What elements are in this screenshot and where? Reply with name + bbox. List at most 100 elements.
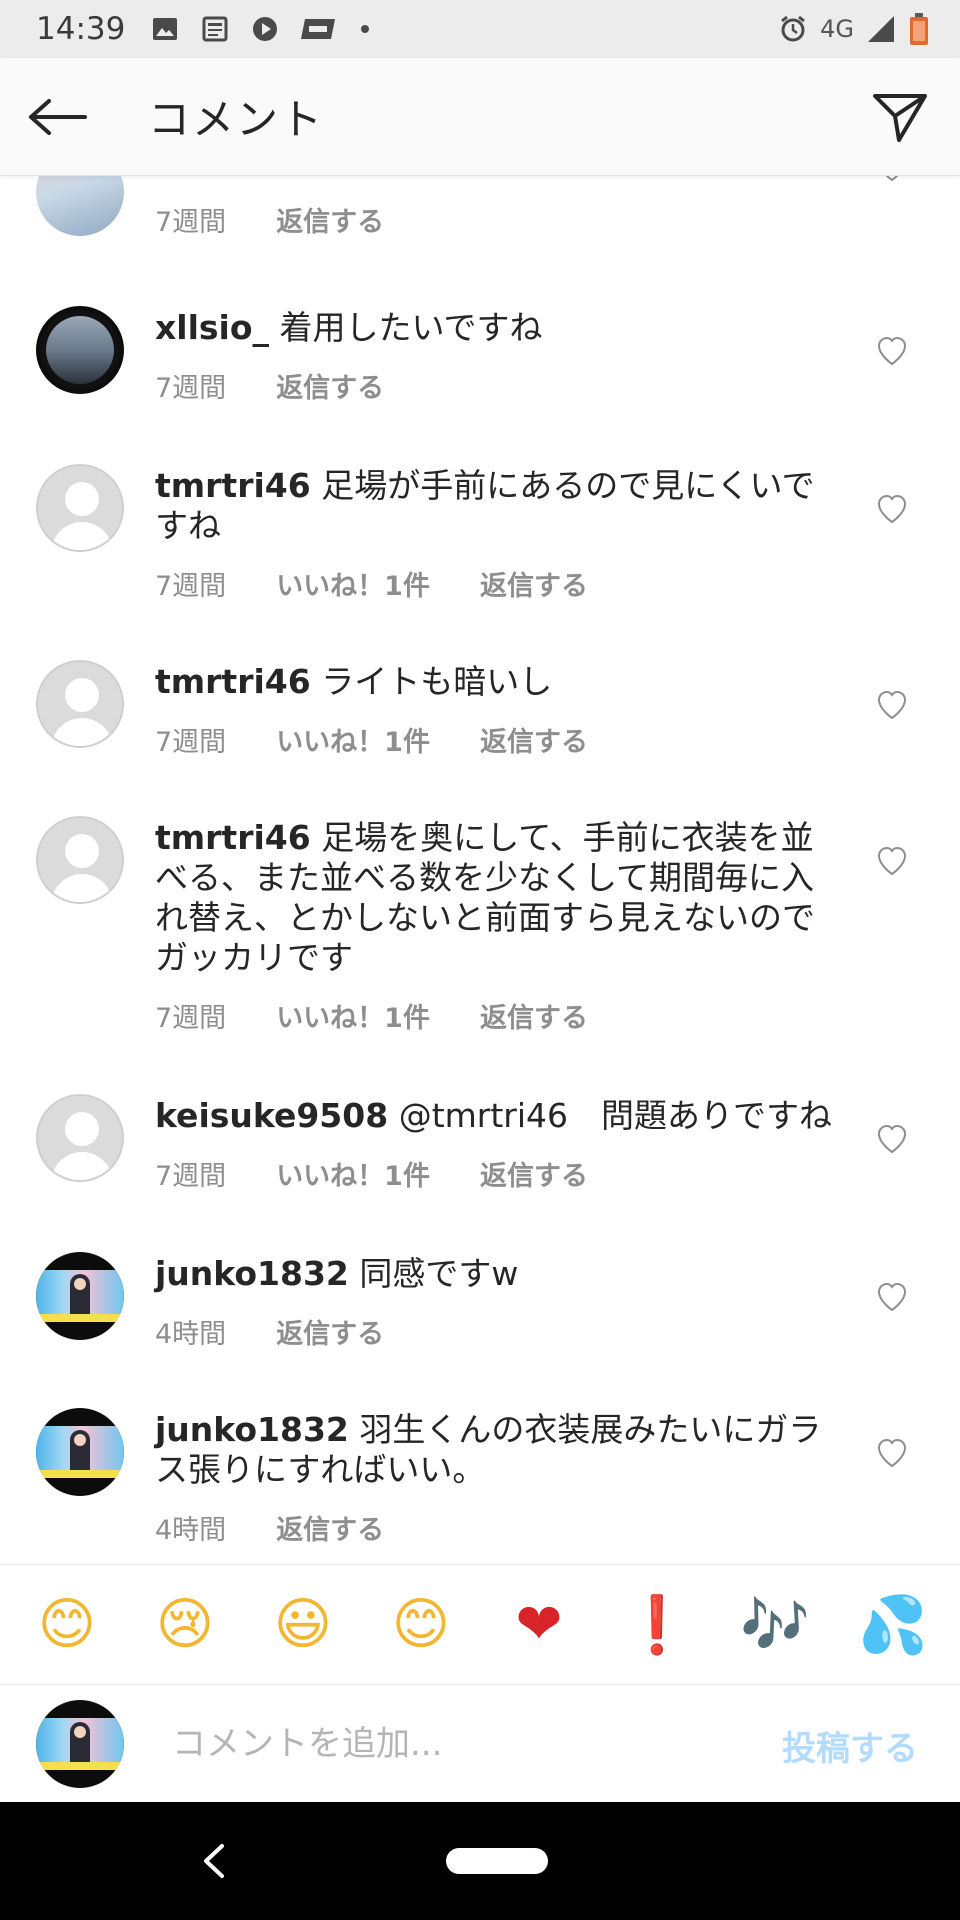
comment-meta: 7週間 いいね！1件 返信する: [155, 720, 638, 759]
heart-icon[interactable]: [876, 336, 908, 366]
reply-button[interactable]: 返信する: [276, 366, 384, 405]
comment-meta: 7週間 いいね！1件 返信する: [155, 1154, 638, 1193]
like-count[interactable]: いいね！1件: [276, 996, 430, 1035]
like-count[interactable]: いいね！1件: [276, 720, 430, 759]
comment-body: tmrtri46 足場を奥にして、手前に衣装を並べる、また並べる数を少なくして期…: [155, 818, 845, 978]
heart-icon[interactable]: [876, 846, 908, 876]
news-icon: [201, 15, 229, 43]
comment-username[interactable]: keisuke9508: [155, 1096, 388, 1135]
play-icon: [251, 15, 279, 43]
reply-button[interactable]: 返信する: [276, 1312, 384, 1351]
comment-meta: 7週間 返信する: [155, 200, 434, 239]
heart-icon[interactable]: [876, 1282, 908, 1312]
comment-text: 着用したいですね: [279, 308, 543, 347]
comment-time: 7週間: [155, 207, 227, 238]
avatar[interactable]: [36, 1408, 124, 1496]
avatar[interactable]: [36, 660, 124, 748]
comment-item: tmrtri46 ライトも暗いし 7週間 いいね！1件 返信する: [0, 660, 960, 790]
status-bar: 14:39 4G: [0, 0, 960, 58]
back-arrow-icon: [29, 98, 87, 135]
comment-time: 4時間: [155, 1319, 227, 1350]
avatar[interactable]: [36, 464, 124, 552]
heart-icon[interactable]: [876, 176, 908, 182]
home-pill-icon[interactable]: [446, 1848, 548, 1874]
avatar[interactable]: [36, 176, 124, 236]
comment-body: keisuke9508 @tmrtri46 問題ありですね: [155, 1096, 845, 1136]
comment-username[interactable]: junko1832: [155, 1254, 349, 1293]
emoji-exclamation[interactable]: ❗: [607, 1592, 707, 1658]
emoji-sweat[interactable]: 💦: [843, 1592, 943, 1658]
comment-item: junko1832 同感ですw 4時間 返信する: [0, 1252, 960, 1382]
comment-meta: 4時間 返信する: [155, 1312, 434, 1351]
avatar[interactable]: [36, 1252, 124, 1340]
app-header: コメント: [0, 58, 960, 176]
comment-username[interactable]: tmrtri46: [155, 818, 311, 857]
post-button[interactable]: 投稿する: [782, 1721, 918, 1770]
comment-text: ライトも暗いし: [321, 662, 553, 701]
comment-meta: 4時間 返信する: [155, 1508, 434, 1547]
my-avatar: [36, 1700, 124, 1788]
comment-username[interactable]: tmrtri46: [155, 466, 311, 505]
share-button[interactable]: [840, 58, 960, 176]
reply-button[interactable]: 返信する: [480, 564, 588, 603]
comment-item: keisuke9508 @tmrtri46 問題ありですね 7週間 いいね！1件…: [0, 1094, 960, 1224]
like-count[interactable]: いいね！1件: [276, 564, 430, 603]
comment-time: 7週間: [155, 571, 227, 602]
like-count[interactable]: いいね！1件: [276, 1154, 430, 1193]
battery-icon: [908, 12, 930, 46]
dot-icon: [359, 23, 371, 35]
comment-time: 4時間: [155, 1515, 227, 1546]
emoji-quick-bar: 😊 😢 😃 😊 ❤ ❗ 🎶 💦: [0, 1564, 960, 1684]
comment-meta: 7週間 いいね！1件 返信する: [155, 564, 638, 603]
comment-username[interactable]: xllsio_: [155, 308, 269, 347]
comment-compose-bar: 投稿する: [0, 1684, 960, 1802]
tss-icon: [301, 15, 337, 43]
comment-username[interactable]: tmrtri46: [155, 662, 311, 701]
emoji-blush[interactable]: 😊: [371, 1592, 471, 1657]
comment-item: junko1832 羽生くんの衣装展みたいにガラス張りにすればいい。 4時間 返…: [0, 1408, 960, 1558]
image-icon: [151, 15, 179, 43]
comment-item: 7週間 返信する: [0, 176, 960, 260]
emoji-music[interactable]: 🎶: [725, 1592, 825, 1658]
page-title: コメント: [148, 95, 325, 144]
comment-meta: 7週間 いいね！1件 返信する: [155, 996, 638, 1035]
status-time: 14:39: [36, 11, 126, 47]
reply-button[interactable]: 返信する: [480, 996, 588, 1035]
avatar[interactable]: [36, 816, 124, 904]
system-nav-bar: [0, 1802, 960, 1920]
heart-icon[interactable]: [876, 1124, 908, 1154]
emoji-smile[interactable]: 😊: [17, 1592, 117, 1657]
comment-text: 同感ですw: [359, 1254, 519, 1293]
send-icon: [873, 93, 927, 142]
comment-body: tmrtri46 ライトも暗いし: [155, 662, 845, 702]
back-button[interactable]: [0, 58, 116, 176]
comment-list[interactable]: 7週間 返信する xllsio_ 着用したいですね 7週間 返信する tmrtr…: [0, 176, 960, 1564]
avatar[interactable]: [36, 1094, 124, 1182]
reply-button[interactable]: 返信する: [276, 200, 384, 239]
reply-button[interactable]: 返信する: [480, 720, 588, 759]
avatar[interactable]: [36, 306, 124, 394]
network-type: 4G: [820, 15, 854, 43]
signal-icon: [866, 14, 896, 44]
alarm-icon: [778, 14, 808, 44]
reply-button[interactable]: 返信する: [480, 1154, 588, 1193]
comment-item: tmrtri46 足場を奥にして、手前に衣装を並べる、また並べる数を少なくして期…: [0, 816, 960, 1056]
comment-username[interactable]: junko1832: [155, 1410, 349, 1449]
comment-input[interactable]: [172, 1715, 732, 1773]
emoji-grin[interactable]: 😃: [253, 1592, 353, 1657]
reply-button[interactable]: 返信する: [276, 1508, 384, 1547]
comment-item: xllsio_ 着用したいですね 7週間 返信する: [0, 306, 960, 436]
heart-icon[interactable]: [876, 1438, 908, 1468]
comment-meta: 7週間 返信する: [155, 366, 434, 405]
comment-time: 7週間: [155, 1161, 227, 1192]
nav-back-icon[interactable]: [196, 1840, 232, 1882]
emoji-heart[interactable]: ❤: [489, 1592, 589, 1657]
comment-time: 7週間: [155, 373, 227, 404]
comment-body: tmrtri46 足場が手前にあるので見にくいですね: [155, 466, 845, 546]
comment-body: xllsio_ 着用したいですね: [155, 308, 845, 348]
emoji-cry[interactable]: 😢: [135, 1592, 235, 1657]
heart-icon[interactable]: [876, 690, 908, 720]
comment-item: tmrtri46 足場が手前にあるので見にくいですね 7週間 いいね！1件 返信…: [0, 464, 960, 614]
comment-time: 7週間: [155, 727, 227, 758]
heart-icon[interactable]: [876, 494, 908, 524]
